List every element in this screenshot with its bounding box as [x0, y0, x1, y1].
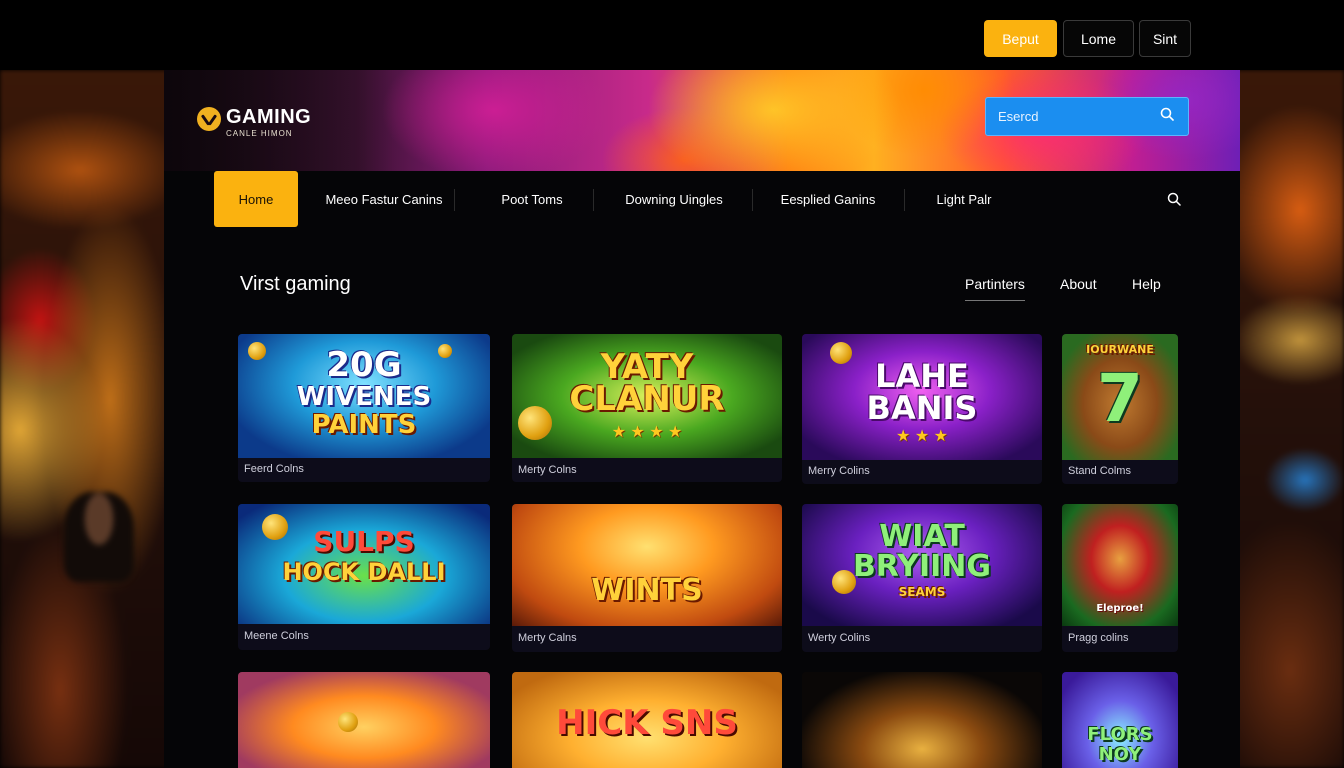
game-thumbnail: SULPS HOCK DALLI — [238, 504, 490, 624]
logo-mark-icon — [197, 107, 221, 131]
nav-item-home[interactable]: Home — [214, 171, 298, 227]
nav-item-2[interactable]: Meeo Fastur Canins — [314, 171, 454, 227]
game-art-line: CLANUR — [569, 379, 725, 419]
brand-subtitle: CANLE HIMON — [226, 129, 293, 138]
game-caption: Merry Colins — [808, 465, 870, 477]
nav-divider — [752, 189, 753, 211]
link-about[interactable]: About — [1060, 276, 1097, 292]
top-bar: Beput Lome Sint — [0, 0, 1344, 70]
nav-divider — [904, 189, 905, 211]
game-card[interactable]: SULPS HOCK DALLI Meene Colns — [238, 504, 490, 650]
game-thumbnail: HICK SNS — [512, 672, 782, 768]
game-art-line: BANIS — [866, 389, 978, 427]
game-art-line: PAINTS — [311, 410, 417, 440]
background-person — [64, 492, 134, 582]
game-art-line: FLORS — [1087, 724, 1153, 745]
game-caption: Merty Calns — [518, 632, 577, 644]
game-card[interactable] — [238, 672, 490, 768]
game-art-line: BRYIING — [852, 549, 992, 584]
game-card[interactable] — [802, 672, 1042, 768]
game-thumbnail — [802, 672, 1042, 768]
game-thumbnail: YATY CLANUR ★ ★ ★ ★ — [512, 334, 782, 458]
game-caption: Meene Colns — [244, 630, 309, 642]
game-card[interactable]: 20G WIVENES PAINTS Feerd Colns — [238, 334, 490, 482]
game-art-line: WIVENES — [296, 382, 432, 412]
game-caption: Stand Colms — [1068, 465, 1131, 477]
stars-icon: ★ ★ ★ — [896, 428, 948, 445]
game-card[interactable]: LAHE BANIS ★ ★ ★ Merry Colins — [802, 334, 1042, 484]
logo-text: GAMING CANLE HIMON — [226, 106, 311, 138]
game-card[interactable]: WIAT BRYIING SEAMS Werty Colins — [802, 504, 1042, 652]
link-help[interactable]: Help — [1132, 276, 1161, 292]
game-art-line: SULPS — [313, 525, 415, 558]
nav-divider — [454, 189, 455, 211]
game-art-line: Eleproe! — [1096, 603, 1144, 614]
game-card[interactable]: WINTS Merty Calns — [512, 504, 782, 652]
game-art-line: HOCK DALLI — [282, 558, 446, 586]
game-art-line: HICK SNS — [556, 703, 738, 743]
top-button-tertiary[interactable]: Sint — [1139, 20, 1191, 57]
game-thumbnail: FLORS NOY — [1062, 672, 1178, 768]
game-card[interactable]: YATY CLANUR ★ ★ ★ ★ Merty Colns — [512, 334, 782, 482]
nav-item-3[interactable]: Poot Toms — [476, 171, 588, 227]
game-caption: Feerd Colns — [244, 463, 304, 475]
main-panel: GAMING CANLE HIMON Home Meeo Fastur Cani… — [164, 70, 1240, 768]
game-card[interactable]: Eleproe! Pragg colins — [1062, 504, 1178, 652]
game-thumbnail — [238, 672, 490, 768]
game-caption: Pragg colins — [1068, 632, 1129, 644]
nav-item-6[interactable]: Light Palr — [924, 171, 1004, 227]
brand-logo[interactable]: GAMING CANLE HIMON — [197, 106, 311, 138]
nav-item-5[interactable]: Eesplied Ganins — [770, 171, 886, 227]
game-thumbnail: IOURWANE 7 — [1062, 334, 1178, 460]
coin-icon — [338, 712, 358, 732]
search-box — [985, 97, 1189, 136]
game-thumbnail: 20G WIVENES PAINTS — [238, 334, 490, 458]
game-art-line: WINTS — [591, 573, 703, 608]
nav-divider — [593, 189, 594, 211]
game-art-line: LAHE — [875, 357, 969, 395]
game-art-line: 20G — [326, 345, 402, 385]
game-caption: Werty Colins — [808, 632, 871, 644]
search-input[interactable] — [998, 109, 1138, 124]
nav-search-icon[interactable] — [1164, 171, 1184, 227]
game-art-line: WIAT — [879, 519, 965, 554]
game-thumbnail: Eleproe! — [1062, 504, 1178, 626]
section-title: Virst gaming — [240, 273, 351, 295]
game-art-line: SEAMS — [898, 585, 946, 599]
game-thumbnail: WINTS — [512, 504, 782, 626]
top-button-primary[interactable]: Beput — [984, 20, 1057, 57]
game-thumbnail: LAHE BANIS ★ ★ ★ — [802, 334, 1042, 460]
game-thumbnail: WIAT BRYIING SEAMS — [802, 504, 1042, 626]
search-icon[interactable] — [1160, 107, 1174, 126]
main-nav: Home Meeo Fastur Canins Poot Toms Downin… — [164, 171, 1240, 233]
brand-title: GAMING — [226, 106, 312, 128]
nav-item-4[interactable]: Downing Uingles — [614, 171, 734, 227]
top-button-secondary[interactable]: Lome — [1063, 20, 1134, 57]
game-art-line: 7 — [1097, 360, 1143, 437]
game-caption: Merty Colns — [518, 464, 577, 476]
game-art-line: IOURWANE — [1086, 343, 1154, 356]
game-art-line: NOY — [1098, 744, 1142, 765]
game-card[interactable]: FLORS NOY — [1062, 672, 1178, 768]
link-partinters[interactable]: Partinters — [965, 276, 1025, 301]
game-card[interactable]: IOURWANE 7 Stand Colms — [1062, 334, 1178, 484]
stars-icon: ★ ★ ★ ★ — [611, 424, 683, 441]
game-card[interactable]: HICK SNS — [512, 672, 782, 768]
hero-banner: GAMING CANLE HIMON — [164, 70, 1240, 171]
